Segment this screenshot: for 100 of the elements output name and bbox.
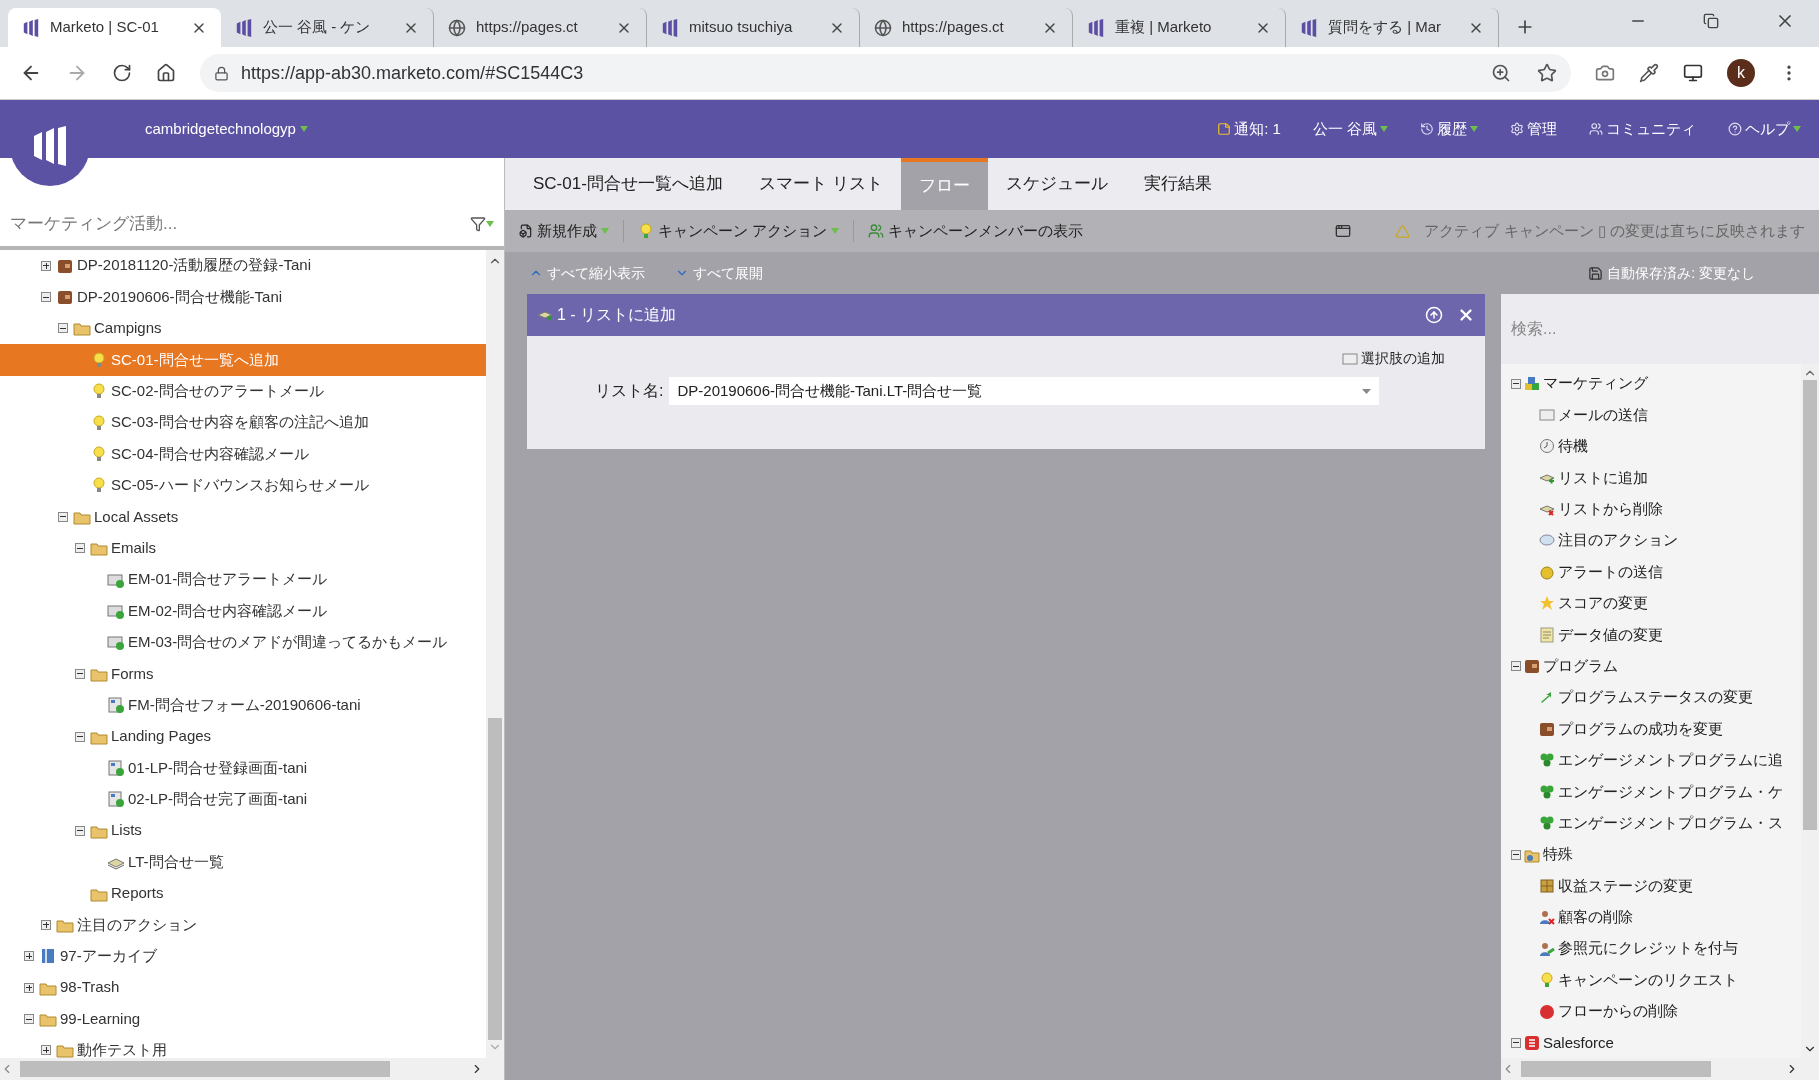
- collapse-toggle-icon[interactable]: [58, 323, 68, 334]
- profile-avatar[interactable]: k: [1727, 59, 1755, 87]
- palette-item[interactable]: データ値の変更: [1501, 619, 1801, 651]
- palette-group[interactable]: マーケティング: [1501, 368, 1801, 400]
- tree-item[interactable]: DP-20190606-問合せ機能-Tani: [0, 281, 486, 313]
- collapse-toggle-icon[interactable]: [75, 668, 85, 679]
- collapse-toggle-icon[interactable]: [1511, 661, 1521, 672]
- tree-item[interactable]: Local Assets: [0, 501, 486, 533]
- tree-item[interactable]: 97-アーカイブ: [0, 940, 486, 972]
- expand-toggle-icon[interactable]: [41, 260, 51, 271]
- close-icon[interactable]: [1457, 306, 1475, 324]
- palette-item[interactable]: キャンペーンのリクエスト: [1501, 964, 1801, 996]
- collapse-toggle-icon[interactable]: [75, 731, 85, 742]
- palette-item[interactable]: スコアの変更: [1501, 587, 1801, 620]
- tree-item[interactable]: SC-04-問合せ内容確認メール: [0, 438, 486, 470]
- tree-item[interactable]: 98-Trash: [0, 972, 486, 1004]
- tab[interactable]: 実行結果: [1125, 158, 1230, 210]
- horizontal-scrollbar[interactable]: [1501, 1058, 1819, 1080]
- palette-item[interactable]: エンゲージメントプログラム・ケ: [1501, 776, 1801, 808]
- collapse-toggle-icon[interactable]: [1511, 1037, 1521, 1048]
- scrollbar-thumb[interactable]: [1803, 380, 1817, 830]
- expand-toggle-icon[interactable]: [41, 1045, 51, 1056]
- palette-item[interactable]: リストから削除: [1501, 493, 1801, 525]
- tree-item[interactable]: SC-05-ハードバウンスお知らせメール: [0, 469, 486, 502]
- browser-tab[interactable]: 質問をする | Mar: [1286, 8, 1499, 47]
- restore-icon[interactable]: [1703, 13, 1719, 29]
- browser-tab[interactable]: 重複 | Marketo: [1073, 8, 1286, 47]
- palette-item[interactable]: 収益ステージの変更: [1501, 870, 1801, 902]
- palette-item[interactable]: 参照元にクレジットを付与: [1501, 933, 1801, 965]
- list-name-dropdown[interactable]: DP-20190606-問合せ機能-Tani.LT-問合せ一覧: [669, 377, 1380, 405]
- palette-search-field[interactable]: 検索...: [1501, 294, 1819, 364]
- tree-item[interactable]: 動作テスト用: [0, 1034, 486, 1058]
- url-field[interactable]: https://app-ab30.marketo.com/#SC1544C3: [200, 54, 1571, 92]
- header-menu-item[interactable]: コミュニティ: [1589, 117, 1696, 141]
- tree-item[interactable]: EM-01-問合せアラートメール: [0, 563, 486, 596]
- collapse-toggle-icon[interactable]: [24, 1014, 34, 1025]
- expand-toggle-icon[interactable]: [41, 919, 51, 930]
- toolbar-button[interactable]: キャンペーンメンバーの表示: [868, 219, 1098, 243]
- collapse-toggle-icon[interactable]: [75, 825, 85, 836]
- header-menu-item[interactable]: 公一 谷風: [1312, 117, 1388, 141]
- window-icon[interactable]: [1335, 223, 1352, 239]
- palette-item[interactable]: 待機: [1501, 430, 1801, 463]
- browser-tab[interactable]: Marketo | SC-01: [8, 8, 221, 47]
- tree-item[interactable]: Landing Pages: [0, 720, 486, 753]
- palette-group[interactable]: Salesforce: [1501, 1027, 1801, 1058]
- tree-item[interactable]: 01-LP-問合せ登録画面-tani: [0, 752, 486, 784]
- palette-item[interactable]: メールの送信: [1501, 399, 1801, 431]
- bookmark-icon[interactable]: [1537, 63, 1557, 83]
- tree-item[interactable]: SC-03-問合せ内容を顧客の注記へ追加: [0, 406, 486, 439]
- tree-item[interactable]: Lists: [0, 815, 486, 847]
- camera-icon[interactable]: [1595, 63, 1615, 83]
- tree-item[interactable]: FM-問合せフォーム-20190606-tani: [0, 689, 486, 721]
- palette-item[interactable]: 注目のアクション: [1501, 524, 1801, 557]
- move-up-icon[interactable]: [1425, 306, 1443, 324]
- workspace-menu[interactable]: cambridgetechnologyp: [145, 117, 308, 141]
- tab[interactable]: スケジュール: [987, 158, 1126, 210]
- palette-group[interactable]: プログラム: [1501, 650, 1801, 682]
- scrollbar-thumb[interactable]: [1521, 1061, 1711, 1077]
- zoom-icon[interactable]: [1491, 63, 1511, 83]
- tree-item[interactable]: LT-問合せ一覧: [0, 846, 486, 878]
- eyedropper-icon[interactable]: [1639, 63, 1659, 83]
- palette-group[interactable]: 特殊: [1501, 838, 1801, 871]
- palette-item[interactable]: エンゲージメントプログラムに追: [1501, 744, 1801, 777]
- palette-item[interactable]: エンゲージメントプログラム・ス: [1501, 807, 1801, 839]
- tab[interactable]: スマート リスト: [740, 158, 901, 210]
- scrollbar-track[interactable]: [1801, 364, 1819, 1058]
- tree-item[interactable]: 02-LP-問合せ完了画面-tani: [0, 783, 486, 816]
- collapse-toggle-icon[interactable]: [1511, 378, 1521, 389]
- tree-item[interactable]: EM-02-問合せ内容確認メール: [0, 595, 486, 627]
- collapse-toggle-icon[interactable]: [1511, 849, 1521, 860]
- expand-toggle-icon[interactable]: [24, 951, 34, 962]
- browser-tab[interactable]: https://pages.ct: [434, 8, 647, 47]
- tree-item[interactable]: EM-03-問合せのメアドが間違ってるかもメール: [0, 626, 486, 659]
- collapse-toggle-icon[interactable]: [41, 292, 51, 303]
- tree-item[interactable]: DP-20181120-活動履歴の登録-Tani: [0, 250, 486, 282]
- header-menu-item[interactable]: 通知: 1: [1217, 117, 1281, 141]
- add-choice-button[interactable]: 選択肢の追加: [1342, 348, 1445, 369]
- tree-item[interactable]: Emails: [0, 532, 486, 564]
- scrollbar-thumb[interactable]: [20, 1061, 390, 1077]
- toolbar-button[interactable]: 新規作成: [519, 219, 624, 243]
- palette-item[interactable]: プログラムステータスの変更: [1501, 681, 1801, 714]
- tree-item[interactable]: Campigns: [0, 312, 486, 345]
- toolbar-button[interactable]: キャンペーン アクション: [638, 219, 855, 243]
- palette-item[interactable]: 顧客の削除: [1501, 901, 1801, 934]
- expand-toggle-icon[interactable]: [24, 982, 34, 993]
- collapse-toggle-icon[interactable]: [58, 511, 68, 522]
- header-menu-item[interactable]: 履歴: [1420, 117, 1478, 141]
- browser-tab[interactable]: https://pages.ct: [860, 8, 1073, 47]
- search-field[interactable]: マーケティング活動...: [10, 211, 470, 237]
- flow-step-header[interactable]: 1 - リストに追加: [527, 294, 1485, 336]
- tree-item[interactable]: 注目のアクション: [0, 909, 486, 941]
- header-menu-item[interactable]: ヘルプ: [1728, 117, 1801, 141]
- tab[interactable]: SC-01-問合せ一覧へ追加: [515, 158, 741, 210]
- filter-icon[interactable]: [470, 216, 486, 232]
- scrollbar-thumb[interactable]: [488, 718, 502, 1040]
- header-menu-item[interactable]: 管理: [1510, 117, 1557, 141]
- home-icon[interactable]: [156, 63, 176, 83]
- monitor-icon[interactable]: [1683, 63, 1703, 83]
- tree-item[interactable]: SC-02-問合せのアラートメール: [0, 375, 486, 407]
- reload-icon[interactable]: [112, 63, 132, 83]
